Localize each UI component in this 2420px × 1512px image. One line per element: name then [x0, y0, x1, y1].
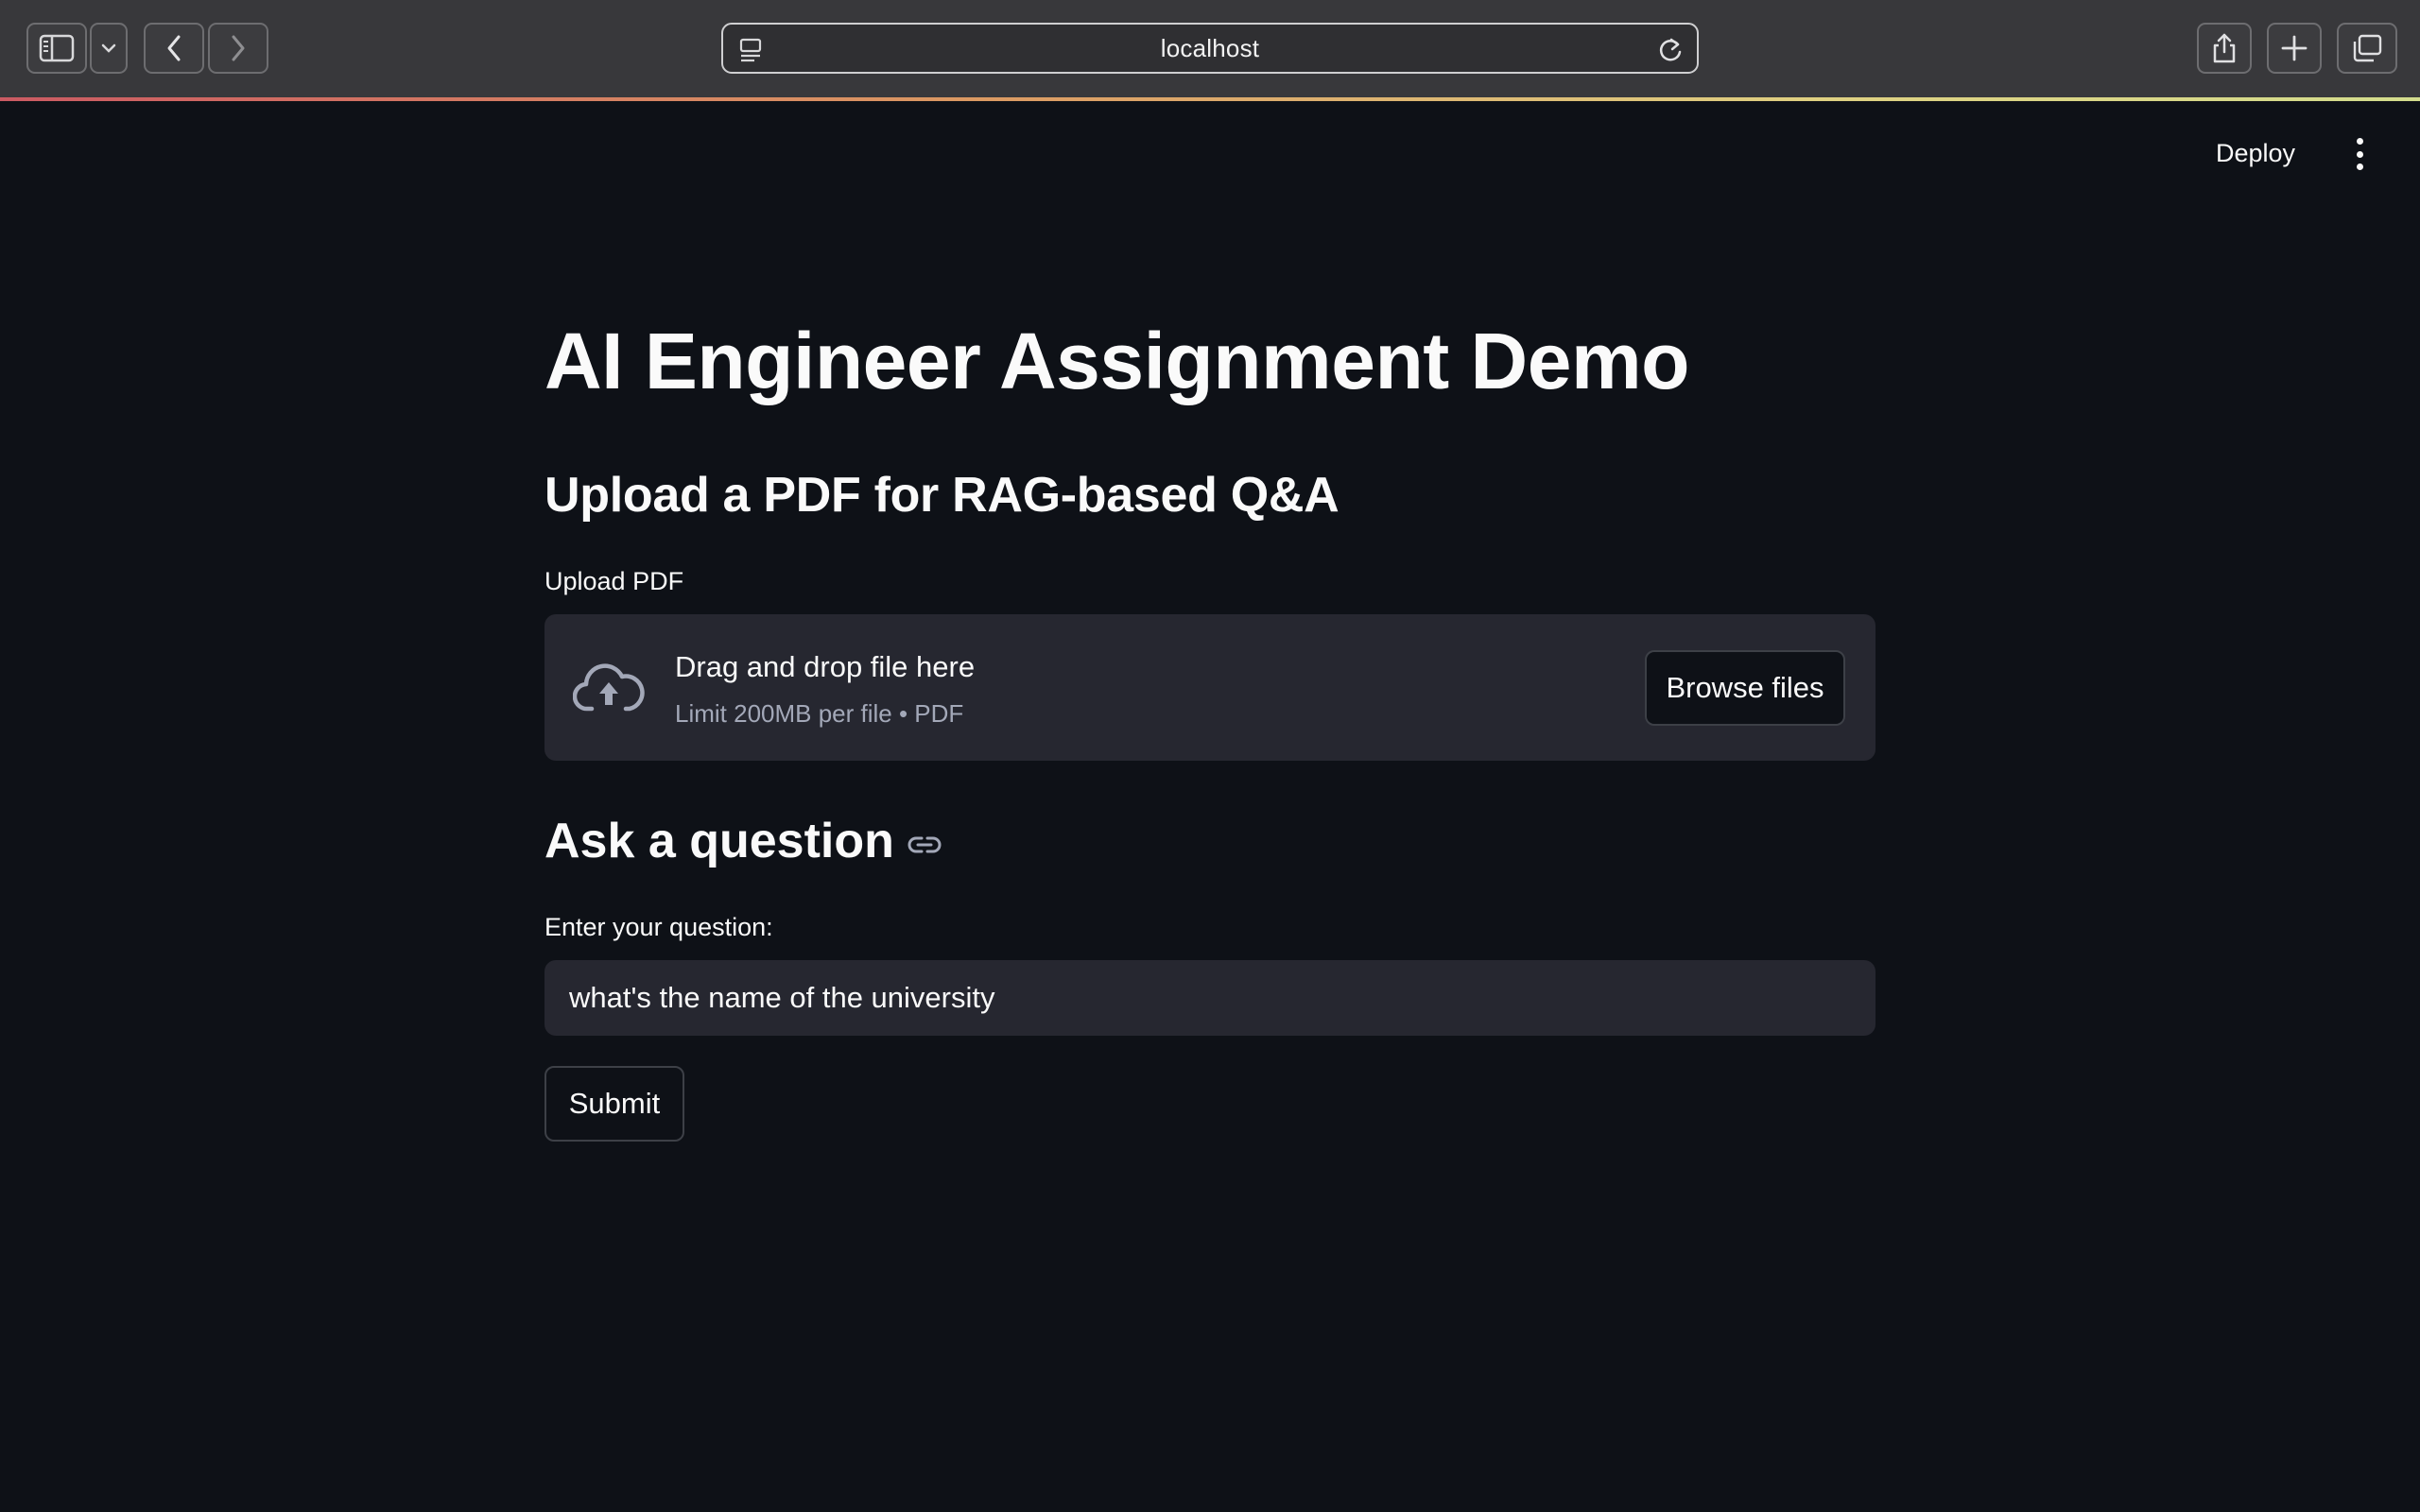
cloud-upload-icon	[573, 663, 645, 712]
site-settings-icon[interactable]	[738, 37, 763, 63]
url-text: localhost	[1160, 33, 1260, 62]
upload-heading: Upload a PDF for RAG-based Q&A	[544, 468, 1340, 523]
question-input[interactable]: what's the name of the university	[544, 960, 1876, 1036]
vertical-dots-icon	[2356, 150, 2363, 158]
browse-files-button[interactable]: Browse files	[1645, 650, 1845, 726]
reload-icon[interactable]	[1657, 36, 1684, 64]
dropzone-limit: Limit 200MB per file • PDF	[675, 699, 964, 728]
share-button[interactable]	[2197, 23, 2252, 74]
tab-overview-icon	[2353, 34, 2382, 62]
share-icon	[2213, 33, 2236, 63]
plus-icon	[2281, 35, 2308, 61]
deploy-button[interactable]: Deploy	[2216, 134, 2295, 172]
chevron-right-icon	[232, 35, 245, 61]
question-input-label: Enter your question:	[544, 913, 773, 941]
page-title: AI Engineer Assignment Demo	[544, 317, 1689, 405]
upload-label: Upload PDF	[544, 567, 684, 595]
question-heading: Ask a question	[544, 814, 942, 868]
question-heading-text: Ask a question	[544, 814, 894, 868]
vertical-dots-icon	[2356, 163, 2363, 170]
submit-button[interactable]: Submit	[544, 1066, 684, 1142]
sidebar-toggle-button[interactable]	[26, 23, 87, 74]
sidebar-menu-button[interactable]	[90, 23, 128, 74]
loading-accent-line	[0, 97, 2420, 101]
link-icon[interactable]	[908, 834, 942, 855]
main-menu-button[interactable]	[2346, 138, 2373, 170]
dropzone-instructions: Drag and drop file here	[675, 650, 976, 683]
chevron-down-icon	[101, 43, 116, 53]
new-tab-button[interactable]	[2267, 23, 2322, 74]
back-button[interactable]	[144, 23, 204, 74]
address-bar[interactable]: localhost	[721, 23, 1699, 74]
browser-toolbar: localhost	[0, 0, 2420, 98]
chevron-left-icon	[167, 35, 181, 61]
file-dropzone[interactable]: Drag and drop file here Limit 200MB per …	[544, 614, 1876, 761]
forward-button[interactable]	[208, 23, 268, 74]
vertical-dots-icon	[2356, 138, 2363, 145]
sidebar-toggle-icon	[39, 34, 75, 62]
tab-overview-button[interactable]	[2337, 23, 2397, 74]
